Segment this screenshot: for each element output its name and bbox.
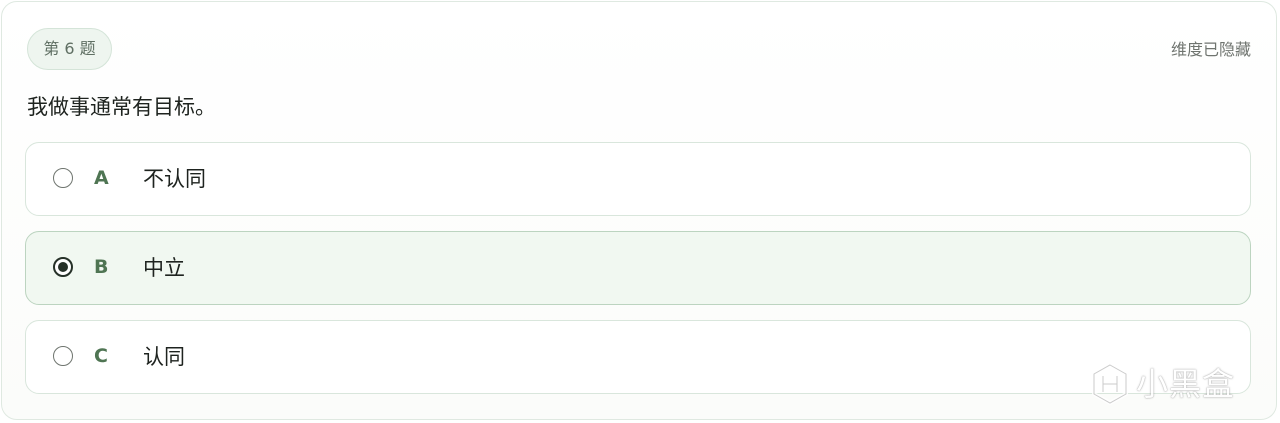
- question-header: 第 6 题 维度已隐藏: [27, 28, 1251, 72]
- option-letter: A: [94, 167, 109, 189]
- option-letter: B: [94, 256, 109, 278]
- question-text: 我做事通常有目标。: [27, 95, 216, 119]
- option-a[interactable]: A 不认同: [25, 142, 1251, 216]
- radio-unchecked-icon[interactable]: [53, 346, 73, 366]
- option-label: 中立: [143, 256, 185, 280]
- option-b[interactable]: B 中立: [25, 231, 1251, 305]
- dimension-status: 维度已隐藏: [1170, 40, 1251, 59]
- option-label: 不认同: [143, 167, 206, 191]
- option-label: 认同: [143, 345, 185, 369]
- radio-unchecked-icon[interactable]: [53, 168, 73, 188]
- options-list: A 不认同 B 中立 C 认同: [25, 142, 1251, 409]
- radio-checked-icon[interactable]: [53, 257, 73, 277]
- option-c[interactable]: C 认同: [25, 320, 1251, 394]
- option-letter: C: [94, 345, 108, 367]
- watermark-text: 小黑盒: [1136, 365, 1236, 403]
- watermark: 小黑盒: [1088, 362, 1258, 406]
- question-number-badge: 第 6 题: [27, 28, 112, 70]
- xiaoheihe-logo-icon: [1092, 362, 1128, 406]
